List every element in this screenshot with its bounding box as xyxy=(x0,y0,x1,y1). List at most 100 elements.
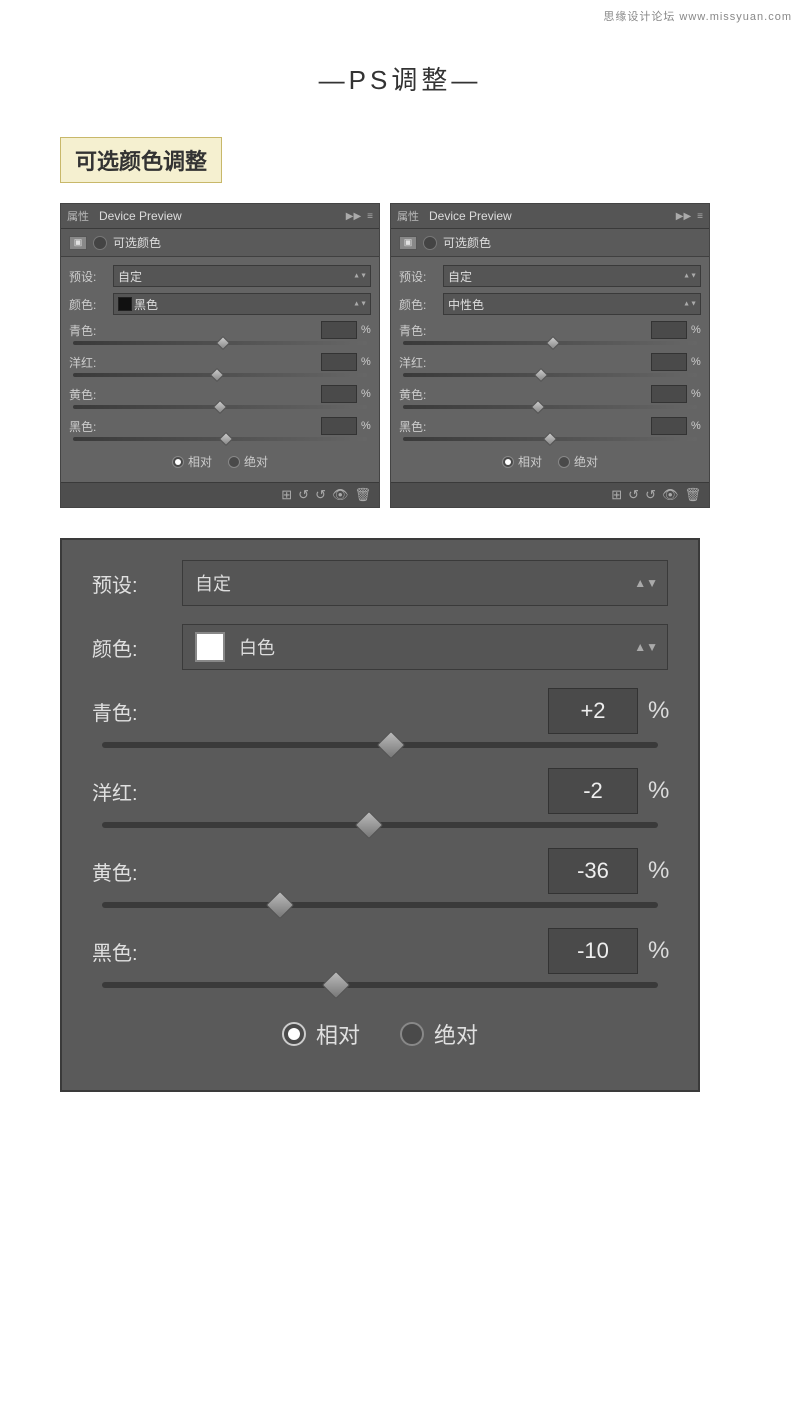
large-black-value[interactable]: -10 xyxy=(548,928,638,974)
panel-left-black-label: 黑色: xyxy=(69,418,103,435)
panel-left-yellow-value[interactable]: 0 xyxy=(321,385,357,403)
panel-left-footer-icon1[interactable]: ⊞ xyxy=(281,487,292,503)
panel-left-subheader: ▣ 可选颜色 xyxy=(61,229,379,257)
panel-left: 属性 Device Preview ▶▶ ≡ ▣ 可选颜色 预设: 自定 颜色: xyxy=(60,203,380,508)
panel-right-magenta-value[interactable]: -3 xyxy=(651,353,687,371)
panel-left-menu-icon[interactable]: ≡ xyxy=(367,211,373,222)
large-panel-area: 预设: 自定 颜色: 白色 青色: +2 % xyxy=(0,538,800,1122)
large-cyan-track[interactable] xyxy=(102,742,658,748)
panel-left-magenta-track-bar[interactable] xyxy=(73,373,367,377)
panel-left-color-preview xyxy=(118,297,132,311)
panel-right-expand-icon[interactable]: ▶▶ xyxy=(676,211,691,222)
large-cyan-row: 青色: +2 % xyxy=(92,688,668,734)
panel-left-magenta-value[interactable]: -1 xyxy=(321,353,357,371)
panel-right-footer-icon1[interactable]: ⊞ xyxy=(611,487,622,503)
panel-left-black-percent: % xyxy=(361,420,371,432)
large-magenta-label: 洋红: xyxy=(92,777,172,806)
panel-left-color-select[interactable]: 黑色 xyxy=(113,293,371,315)
panel-right-footer-icon4[interactable]: 👁 xyxy=(662,487,679,503)
panel-right-radio-row: 相对 绝对 xyxy=(399,449,701,474)
panel-left-color-select-wrapper[interactable]: 黑色 xyxy=(113,293,371,315)
panel-left-mask-icon: ▣ xyxy=(69,236,87,250)
large-yellow-track[interactable] xyxy=(102,902,658,908)
panel-right-name: 可选颜色 xyxy=(443,234,491,251)
large-yellow-thumb[interactable] xyxy=(266,891,294,919)
large-cyan-section: 青色: +2 % xyxy=(92,688,668,748)
panel-right-yellow-percent: % xyxy=(691,388,701,400)
panel-right-mask-icon: ▣ xyxy=(399,236,417,250)
large-black-thumb[interactable] xyxy=(321,971,349,999)
panel-right-black-value[interactable]: 0 xyxy=(651,417,687,435)
panel-left-black-track-bar[interactable] xyxy=(73,437,367,441)
panel-left-footer-icon2[interactable]: ↺ xyxy=(298,487,309,503)
page-title: —PS调整— xyxy=(0,60,800,97)
large-magenta-thumb[interactable] xyxy=(355,811,383,839)
panel-left-preset-select[interactable]: 自定 xyxy=(113,265,371,287)
panel-right-color-row: 颜色: 中性色 xyxy=(399,293,701,315)
large-preset-select[interactable]: 自定 xyxy=(182,560,668,606)
panel-left-black-track xyxy=(69,437,371,441)
large-radio-absolute[interactable]: 绝对 xyxy=(400,1018,478,1050)
panels-row: 属性 Device Preview ▶▶ ≡ ▣ 可选颜色 预设: 自定 颜色: xyxy=(0,203,800,538)
panel-right-color-select[interactable]: 中性色 xyxy=(443,293,701,315)
panel-right-cyan-track-bar[interactable] xyxy=(403,341,697,345)
panel-right-cyan-label: 青色: xyxy=(399,322,433,339)
panel-right-footer-icon2[interactable]: ↺ xyxy=(628,487,639,503)
panel-right-subheader: ▣ 可选颜色 xyxy=(391,229,709,257)
panel-right-radio-relative[interactable]: 相对 xyxy=(502,453,542,470)
panel-left-footer-icon3[interactable]: ↺ xyxy=(315,487,326,503)
panel-right-cyan-percent: % xyxy=(691,324,701,336)
panel-left-black-value[interactable]: +2 xyxy=(321,417,357,435)
large-yellow-label: 黄色: xyxy=(92,857,172,886)
panel-right-yellow-value[interactable]: -4 xyxy=(651,385,687,403)
panel-left-radio-absolute-button[interactable] xyxy=(228,456,240,468)
panel-right-color-select-wrapper[interactable]: 中性色 xyxy=(443,293,701,315)
large-magenta-track[interactable] xyxy=(102,822,658,828)
large-cyan-thumb[interactable] xyxy=(377,731,405,759)
large-preset-row: 预设: 自定 xyxy=(92,560,668,606)
panel-right-preset-select[interactable]: 自定 xyxy=(443,265,701,287)
large-magenta-track-wrapper xyxy=(92,822,668,828)
large-color-label: 颜色: xyxy=(92,633,172,662)
large-preset-select-wrapper[interactable]: 自定 xyxy=(182,560,668,606)
large-magenta-value[interactable]: -2 xyxy=(548,768,638,814)
panel-left-radio-relative-button[interactable] xyxy=(172,456,184,468)
panel-right-radio-absolute-button[interactable] xyxy=(558,456,570,468)
large-cyan-label: 青色: xyxy=(92,697,172,726)
large-radio-relative-button[interactable] xyxy=(282,1022,306,1046)
large-radio-absolute-button[interactable] xyxy=(400,1022,424,1046)
panel-left-yellow-track-bar[interactable] xyxy=(73,405,367,409)
large-color-select[interactable]: 白色 xyxy=(182,624,668,670)
large-yellow-value[interactable]: -36 xyxy=(548,848,638,894)
panel-right-menu-icon[interactable]: ≡ xyxy=(697,211,703,222)
panel-right-black-track-bar[interactable] xyxy=(403,437,697,441)
panel-right-magenta-track-bar[interactable] xyxy=(403,373,697,377)
panel-right-footer-icon5[interactable]: 🗑 xyxy=(684,487,701,503)
panel-left-cyan-value[interactable]: +1 xyxy=(321,321,357,339)
large-black-section: 黑色: -10 % xyxy=(92,928,668,988)
panel-right-yellow-track-bar[interactable] xyxy=(403,405,697,409)
panel-right-preset-select-wrapper[interactable]: 自定 xyxy=(443,265,701,287)
panel-right-radio-relative-label: 相对 xyxy=(518,453,542,470)
panel-right-magenta-percent: % xyxy=(691,356,701,368)
panel-right-footer-icon3[interactable]: ↺ xyxy=(645,487,656,503)
large-cyan-value[interactable]: +2 xyxy=(548,688,638,734)
panel-left-radio-absolute[interactable]: 绝对 xyxy=(228,453,268,470)
panel-left-footer-icon5[interactable]: 🗑 xyxy=(354,487,371,503)
large-radio-relative[interactable]: 相对 xyxy=(282,1018,360,1050)
panel-left-radio-relative[interactable]: 相对 xyxy=(172,453,212,470)
panel-left-preset-select-wrapper[interactable]: 自定 xyxy=(113,265,371,287)
panel-right-radio-absolute[interactable]: 绝对 xyxy=(558,453,598,470)
panel-left-header: 属性 Device Preview ▶▶ ≡ xyxy=(61,204,379,229)
panel-left-footer-icon4[interactable]: 👁 xyxy=(332,487,349,503)
panel-right-circle-icon xyxy=(423,236,437,250)
panel-right-cyan-value[interactable]: +1 xyxy=(651,321,687,339)
large-black-track[interactable] xyxy=(102,982,658,988)
panel-left-cyan-track-bar[interactable] xyxy=(73,341,367,345)
large-cyan-percent: % xyxy=(648,697,668,725)
panel-left-yellow-track xyxy=(69,405,371,409)
panel-left-expand-icon[interactable]: ▶▶ xyxy=(346,211,361,222)
large-color-select-wrapper[interactable]: 白色 xyxy=(182,624,668,670)
panel-right-magenta-row: 洋红: -3 % xyxy=(399,353,701,371)
panel-right-radio-relative-button[interactable] xyxy=(502,456,514,468)
